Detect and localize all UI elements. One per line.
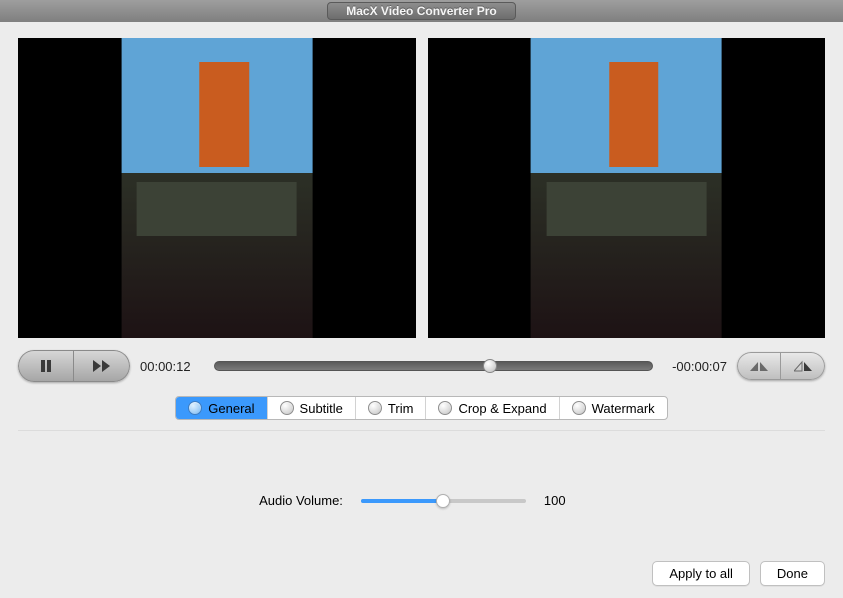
output-thumbnail [531, 38, 722, 338]
flip-buttons [737, 352, 825, 380]
window-title: MacX Video Converter Pro [327, 2, 516, 20]
scrubber-track[interactable] [214, 361, 653, 371]
done-button[interactable]: Done [760, 561, 825, 586]
flip-horizontal-button[interactable] [737, 352, 781, 380]
audio-volume-slider[interactable] [361, 499, 526, 503]
tab-watermark[interactable]: Watermark [560, 397, 667, 419]
radio-icon [572, 401, 586, 415]
radio-icon [280, 401, 294, 415]
audio-volume-value: 100 [544, 493, 584, 508]
remaining-time: -00:00:07 [663, 359, 727, 374]
titlebar: MacX Video Converter Pro [0, 0, 843, 22]
tab-trim[interactable]: Trim [356, 397, 427, 419]
transport-bar: 00:00:12 -00:00:07 [18, 350, 825, 382]
flip-vertical-button[interactable] [781, 352, 825, 380]
source-preview[interactable] [18, 38, 416, 338]
radio-icon [188, 401, 202, 415]
playback-buttons [18, 350, 130, 382]
tab-label: General [208, 401, 254, 416]
tab-row: General Subtitle Trim Crop & Expand Wate… [175, 396, 667, 420]
tab-label: Watermark [592, 401, 655, 416]
tab-label: Trim [388, 401, 414, 416]
general-panel: Audio Volume: 100 [18, 430, 825, 570]
tab-label: Crop & Expand [458, 401, 546, 416]
tab-crop-expand[interactable]: Crop & Expand [426, 397, 559, 419]
audio-volume-label: Audio Volume: [259, 493, 343, 508]
tab-subtitle[interactable]: Subtitle [268, 397, 356, 419]
audio-volume-fill [361, 499, 444, 503]
audio-volume-knob[interactable] [436, 494, 450, 508]
tab-bar: General Subtitle Trim Crop & Expand Wate… [18, 396, 825, 420]
flip-horizontal-icon [750, 360, 768, 372]
pause-button[interactable] [18, 350, 74, 382]
output-preview[interactable] [428, 38, 826, 338]
footer-buttons: Apply to all Done [652, 561, 825, 586]
fast-forward-button[interactable] [74, 350, 130, 382]
current-time: 00:00:12 [140, 359, 204, 374]
content-area: 00:00:12 -00:00:07 General Subtitle [0, 22, 843, 598]
flip-vertical-icon [794, 360, 812, 372]
radio-icon [438, 401, 452, 415]
tab-label: Subtitle [300, 401, 343, 416]
apply-to-all-button[interactable]: Apply to all [652, 561, 750, 586]
pause-icon [39, 359, 53, 373]
radio-icon [368, 401, 382, 415]
tab-general[interactable]: General [176, 397, 267, 419]
fast-forward-icon [92, 359, 112, 373]
scrubber-knob[interactable] [483, 359, 497, 373]
source-thumbnail [121, 38, 312, 338]
preview-row [18, 38, 825, 338]
